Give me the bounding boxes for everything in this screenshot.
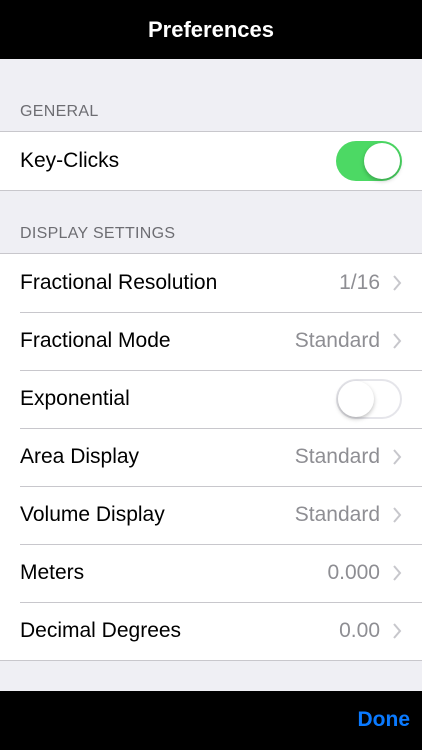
decimal-degrees-row[interactable]: Decimal Degrees 0.00: [0, 602, 422, 660]
general-group: Key-Clicks: [0, 131, 422, 191]
volume-display-value: Standard: [294, 503, 380, 526]
meters-row[interactable]: Meters 0.000: [0, 544, 422, 602]
fractional-resolution-row[interactable]: Fractional Resolution 1/16: [0, 254, 422, 312]
section-header-display-settings: DISPLAY SETTINGS: [20, 225, 176, 242]
meters-label: Meters: [20, 561, 85, 584]
navigation-bar: Preferences: [0, 0, 422, 59]
section-header-general: GENERAL: [20, 103, 99, 120]
chevron-right-icon: [392, 565, 402, 581]
volume-display-label: Volume Display: [20, 503, 165, 526]
key-clicks-toggle[interactable]: [336, 141, 402, 181]
fractional-resolution-value: 1/16: [339, 271, 380, 294]
key-clicks-row: Key-Clicks: [0, 132, 422, 190]
fractional-mode-row[interactable]: Fractional Mode Standard: [0, 312, 422, 370]
chevron-right-icon: [392, 623, 402, 639]
toggle-knob: [338, 381, 374, 417]
exponential-toggle[interactable]: [336, 379, 402, 419]
exponential-row: Exponential: [0, 370, 422, 428]
chevron-right-icon: [392, 507, 402, 523]
preferences-list: GENERAL Key-Clicks DISPLAY SETTINGS Frac…: [0, 59, 422, 691]
display-settings-group: Fractional Resolution 1/16 Fractional Mo…: [0, 253, 422, 661]
page-title: Preferences: [148, 16, 274, 42]
fractional-mode-value: Standard: [294, 329, 380, 352]
meters-value: 0.000: [327, 561, 380, 584]
chevron-right-icon: [392, 333, 402, 349]
done-button[interactable]: Done: [358, 708, 411, 732]
fractional-resolution-label: Fractional Resolution: [20, 271, 218, 294]
exponential-label: Exponential: [20, 387, 130, 410]
key-clicks-label: Key-Clicks: [20, 149, 120, 172]
area-display-value: Standard: [294, 445, 380, 468]
chevron-right-icon: [392, 449, 402, 465]
area-display-row[interactable]: Area Display Standard: [0, 428, 422, 486]
fractional-mode-label: Fractional Mode: [20, 329, 171, 352]
volume-display-row[interactable]: Volume Display Standard: [0, 486, 422, 544]
area-display-label: Area Display: [20, 445, 140, 468]
chevron-right-icon: [392, 275, 402, 291]
decimal-degrees-label: Decimal Degrees: [20, 619, 182, 642]
toggle-knob: [364, 143, 400, 179]
decimal-degrees-value: 0.00: [339, 619, 380, 642]
bottom-toolbar: Done: [0, 691, 422, 750]
